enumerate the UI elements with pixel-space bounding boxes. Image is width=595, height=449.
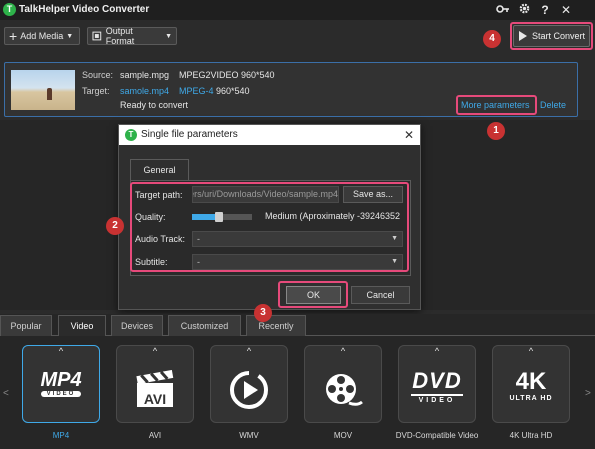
dialog-title-bar: T Single file parameters ✕ [119,125,420,145]
source-codec: MPEG2VIDEO 960*540 [179,70,275,80]
step-marker-1: 1 [487,122,505,140]
format-name-mov: MOV [333,431,353,440]
title-bar: T TalkHelper Video Converter ? ✕ [0,0,595,20]
toolbar: + Add Media ▼ Output Format ▼ [0,20,595,56]
target-path-value: C:/Users/uri/Downloads/Video/sample.mp4 [193,189,338,199]
play-circle-icon [211,370,287,412]
dvd-video-logo-icon: DVD VIDEO [411,368,463,404]
help-icon[interactable]: ? [537,2,553,18]
app-title: TalkHelper Video Converter [19,4,150,15]
source-label: Source: [82,70,114,80]
quality-label: Quality: [135,212,166,222]
output-format-label: Output Format [105,26,135,46]
gear-icon[interactable] [516,2,532,18]
audio-track-value: - [197,234,200,244]
format-tile-4k[interactable]: ^ 4K ULTRA HD [492,345,570,423]
chevron-down-icon: ▼ [391,235,398,242]
add-media-button[interactable]: + Add Media ▼ [4,27,80,45]
save-as-button[interactable]: Save as... [343,186,403,203]
audio-track-select[interactable]: - ▼ [192,231,403,247]
format-tile-dvd[interactable]: ^ DVD VIDEO [398,345,476,423]
step-marker-3: 3 [254,304,272,322]
format-name-avi: AVI [148,431,162,440]
chevron-right-icon[interactable]: > [585,388,591,399]
step-marker-2: 2 [106,217,124,235]
step-marker-4: 4 [483,30,501,48]
quality-description: Medium (Aproximately -39246352 [265,211,401,221]
output-format-icon [92,31,102,41]
subtitle-select[interactable]: - ▼ [192,254,403,270]
ok-button[interactable]: OK [286,286,341,304]
add-media-label: Add Media [20,31,64,41]
start-convert-button[interactable]: Start Convert [513,25,590,47]
target-filename: samole.mp4 [120,86,170,96]
clapperboard-icon: AVI [117,369,193,412]
film-reel-icon [305,370,381,412]
dialog-logo-icon: T [125,129,137,141]
output-format-button[interactable]: Output Format ▼ [87,26,177,46]
target-path-label: Target path: [135,190,183,200]
tab-devices[interactable]: Devices [111,315,163,336]
file-status: Ready to convert [120,100,189,110]
cancel-button[interactable]: Cancel [351,286,410,304]
target-label: Target: [82,86,110,96]
format-grid: < > ^ MP4 VIDEO MP4 ^ AVI AVI ^ WMV ^ MO… [0,336,595,449]
dialog-title: Single file parameters [141,129,238,140]
target-resolution: 960*540 [216,86,250,96]
target-codec: MPEG-4 [179,86,214,96]
delete-link[interactable]: Delete [540,100,566,110]
key-icon[interactable] [495,2,511,18]
chevron-down-icon: ▼ [391,258,398,265]
mp4-logo-icon: MP4 VIDEO [40,369,82,397]
format-tile-mov[interactable]: ^ [304,345,382,423]
close-icon[interactable]: ✕ [558,2,574,18]
format-tile-avi[interactable]: ^ AVI [116,345,194,423]
tab-video[interactable]: Video [58,315,106,336]
general-panel: Target path: C:/Users/uri/Downloads/Vide… [130,180,411,276]
chevron-up-icon: ^ [340,346,346,356]
chevron-down-icon: ▼ [66,32,74,40]
target-path-input[interactable]: C:/Users/uri/Downloads/Video/sample.mp4 [192,186,339,203]
play-icon [519,31,527,41]
quality-slider-thumb[interactable] [215,212,223,222]
tab-popular[interactable]: Popular [0,315,52,336]
single-file-parameters-dialog: T Single file parameters ✕ General Targe… [118,124,421,310]
app-logo-icon: T [3,3,16,16]
plus-icon: + [9,28,18,44]
format-category-tabs: Popular Video Devices Customized Recentl… [0,314,595,336]
subtitle-label: Subtitle: [135,257,168,267]
format-name-dvd: DVD-Compatible Video [395,431,479,440]
tab-general[interactable]: General [130,159,189,181]
chevron-up-icon: ^ [528,346,534,356]
dialog-close-icon[interactable]: ✕ [404,125,414,145]
chevron-up-icon: ^ [246,346,252,356]
chevron-up-icon: ^ [152,346,158,356]
audio-track-label: Audio Track: [135,234,186,244]
subtitle-value: - [197,257,200,267]
tab-customized[interactable]: Customized [168,315,241,336]
chevron-up-icon: ^ [434,346,440,356]
quality-slider[interactable] [192,212,252,222]
more-parameters-link[interactable]: More parameters [461,100,530,110]
chevron-up-icon: ^ [58,346,64,356]
format-name-4k: 4K Ultra HD [509,431,553,440]
chevron-down-icon: ▼ [165,32,172,40]
start-convert-label: Start Convert [532,31,586,41]
4k-ultra-hd-logo-icon: 4K ULTRA HD [509,368,553,403]
source-filename: sample.mpg [120,70,170,80]
video-thumbnail [11,70,75,110]
format-tile-mp4[interactable]: ^ MP4 VIDEO [22,345,100,423]
format-name-mp4: MP4 [52,431,70,440]
format-tile-wmv[interactable]: ^ [210,345,288,423]
format-name-wmv: WMV [239,431,259,440]
chevron-left-icon[interactable]: < [3,388,9,399]
file-item-card[interactable]: Source: sample.mpg MPEG2VIDEO 960*540 Ta… [4,62,578,117]
